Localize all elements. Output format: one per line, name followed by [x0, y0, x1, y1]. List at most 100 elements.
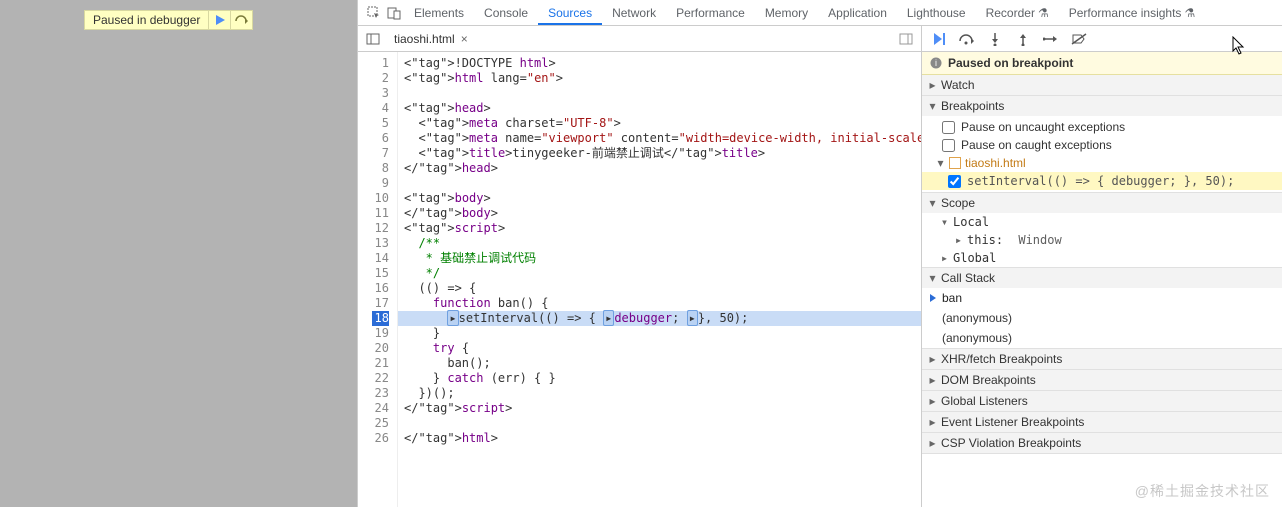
section-scope: ▾Scope ▾Local ▸this: Window ▸Global — [922, 193, 1282, 268]
dom-label: DOM Breakpoints — [941, 373, 1036, 387]
event-listener-label: Event Listener Breakpoints — [941, 415, 1084, 429]
xhr-label: XHR/fetch Breakpoints — [941, 352, 1062, 366]
tab-recorder[interactable]: Recorder⚗ — [976, 1, 1059, 25]
scope-this-label: this: — [967, 233, 1003, 247]
tab-lighthouse[interactable]: Lighthouse — [897, 1, 976, 25]
svg-text:i: i — [935, 58, 937, 68]
file-tab-label: tiaoshi.html — [394, 32, 455, 46]
show-navigator-button[interactable] — [364, 30, 382, 48]
chevron-right-icon: ▸ — [928, 394, 937, 408]
callstack-label: Call Stack — [941, 271, 995, 285]
scope-this-value: Window — [1018, 233, 1061, 247]
devtools-tabbar: Elements Console Sources Network Perform… — [358, 0, 1282, 26]
deactivate-breakpoints-button[interactable] — [1070, 30, 1088, 48]
breakpoints-header[interactable]: ▾Breakpoints — [922, 96, 1282, 116]
section-callstack: ▾ Call Stack ban (anonymous) (anonymous) — [922, 268, 1282, 349]
inspect-element-button[interactable] — [364, 3, 384, 23]
file-icon — [949, 157, 961, 169]
debugger-toolbar — [922, 26, 1282, 52]
beaker-icon: ⚗ — [1038, 6, 1049, 20]
step-button[interactable] — [1042, 30, 1060, 48]
resume-icon — [932, 32, 946, 46]
panel-right-icon — [899, 32, 913, 46]
breakpoint-line-row[interactable]: setInterval(() => { debugger; }, 50); — [922, 172, 1282, 190]
device-toolbar-button[interactable] — [384, 3, 404, 23]
paused-banner: i Paused on breakpoint — [922, 52, 1282, 75]
tab-perf-insights[interactable]: Performance insights⚗ — [1059, 1, 1205, 25]
breakpoint-checkbox[interactable] — [948, 175, 961, 188]
tab-performance[interactable]: Performance — [666, 1, 755, 25]
beaker-icon: ⚗ — [1184, 6, 1195, 20]
chevron-down-icon: ▾ — [928, 271, 937, 285]
pause-caught-label: Pause on caught exceptions — [961, 138, 1112, 152]
overlay-resume-button[interactable] — [208, 11, 230, 29]
callstack-header[interactable]: ▾ Call Stack — [922, 268, 1282, 288]
tab-application[interactable]: Application — [818, 1, 897, 25]
source-code[interactable]: <"tag">!DOCTYPE html><"tag">html lang="e… — [398, 52, 921, 507]
callstack-frame-2[interactable]: (anonymous) — [922, 328, 1282, 348]
chevron-right-icon: ▸ — [928, 373, 937, 387]
info-icon: i — [930, 57, 942, 69]
scope-this-row[interactable]: ▸ this: Window — [922, 231, 1282, 249]
breakpoints-label: Breakpoints — [941, 99, 1004, 113]
step-into-button[interactable] — [986, 30, 1004, 48]
file-tabbar: tiaoshi.html × — [358, 26, 921, 52]
step-over-icon — [235, 14, 249, 26]
section-csp[interactable]: ▸CSP Violation Breakpoints — [922, 433, 1282, 454]
step-over-button[interactable] — [958, 30, 976, 48]
tab-sources[interactable]: Sources — [538, 1, 602, 25]
step-out-icon — [1017, 32, 1029, 46]
tab-network[interactable]: Network — [602, 1, 666, 25]
debugger-sidebar: i Paused on breakpoint ▸Watch ▾Breakpoin… — [922, 26, 1282, 507]
resume-button[interactable] — [930, 30, 948, 48]
scope-local-row[interactable]: ▾Local — [922, 213, 1282, 231]
paused-banner-text: Paused on breakpoint — [948, 56, 1073, 70]
device-icon — [387, 6, 401, 20]
breakpoint-file-name: tiaoshi.html — [965, 156, 1026, 170]
pause-uncaught-row[interactable]: Pause on uncaught exceptions — [922, 118, 1282, 136]
frame-name: (anonymous) — [942, 331, 1012, 345]
source-editor[interactable]: 1234567891011121314151617181920212223242… — [358, 52, 921, 507]
line-gutter[interactable]: 1234567891011121314151617181920212223242… — [358, 52, 398, 507]
file-tab-tiaoshi[interactable]: tiaoshi.html × — [388, 29, 474, 49]
step-out-button[interactable] — [1014, 30, 1032, 48]
scope-global-label: Global — [953, 251, 996, 265]
step-over-icon — [959, 32, 975, 46]
section-dom[interactable]: ▸ DOM Breakpoints — [922, 370, 1282, 391]
page-viewport: Paused in debugger — [0, 0, 357, 507]
section-global-listeners[interactable]: ▸Global Listeners — [922, 391, 1282, 412]
watch-label: Watch — [941, 78, 975, 92]
watermark: @稀土掘金技术社区 — [1135, 481, 1270, 501]
more-tabs-button[interactable] — [897, 30, 915, 48]
scope-global-row[interactable]: ▸ Global — [922, 249, 1282, 267]
tab-elements[interactable]: Elements — [404, 1, 474, 25]
inspect-icon — [367, 6, 381, 20]
chevron-right-icon: ▸ — [954, 233, 963, 247]
step-icon — [1043, 32, 1059, 46]
section-watch[interactable]: ▸ Watch — [922, 75, 1282, 96]
pause-caught-row[interactable]: Pause on caught exceptions — [922, 136, 1282, 154]
breakpoint-text: setInterval(() => { debugger; }, 50); — [967, 174, 1234, 188]
tab-console[interactable]: Console — [474, 1, 538, 25]
breakpoint-file-row[interactable]: ▾tiaoshi.html — [922, 154, 1282, 172]
frame-name: (anonymous) — [942, 311, 1012, 325]
scope-label: Scope — [941, 196, 975, 210]
chevron-right-icon: ▸ — [928, 78, 937, 92]
callstack-frame-1[interactable]: (anonymous) — [922, 308, 1282, 328]
callstack-frame-0[interactable]: ban — [922, 288, 1282, 308]
breakpoints-off-icon — [1071, 32, 1087, 46]
close-icon[interactable]: × — [461, 32, 468, 46]
pause-caught-checkbox[interactable] — [942, 139, 955, 152]
mouse-cursor-icon — [1232, 36, 1246, 56]
scope-header[interactable]: ▾Scope — [922, 193, 1282, 213]
paused-overlay-label: Paused in debugger — [85, 11, 208, 29]
chevron-right-icon: ▸ — [928, 415, 937, 429]
chevron-right-icon: ▸ — [940, 251, 949, 265]
section-xhr[interactable]: ▸XHR/fetch Breakpoints — [922, 349, 1282, 370]
pause-uncaught-checkbox[interactable] — [942, 121, 955, 134]
chevron-right-icon: ▸ — [928, 436, 937, 450]
tab-memory[interactable]: Memory — [755, 1, 818, 25]
chevron-down-icon: ▾ — [940, 215, 949, 229]
section-event-listener[interactable]: ▸ Event Listener Breakpoints — [922, 412, 1282, 433]
overlay-step-button[interactable] — [230, 11, 252, 29]
